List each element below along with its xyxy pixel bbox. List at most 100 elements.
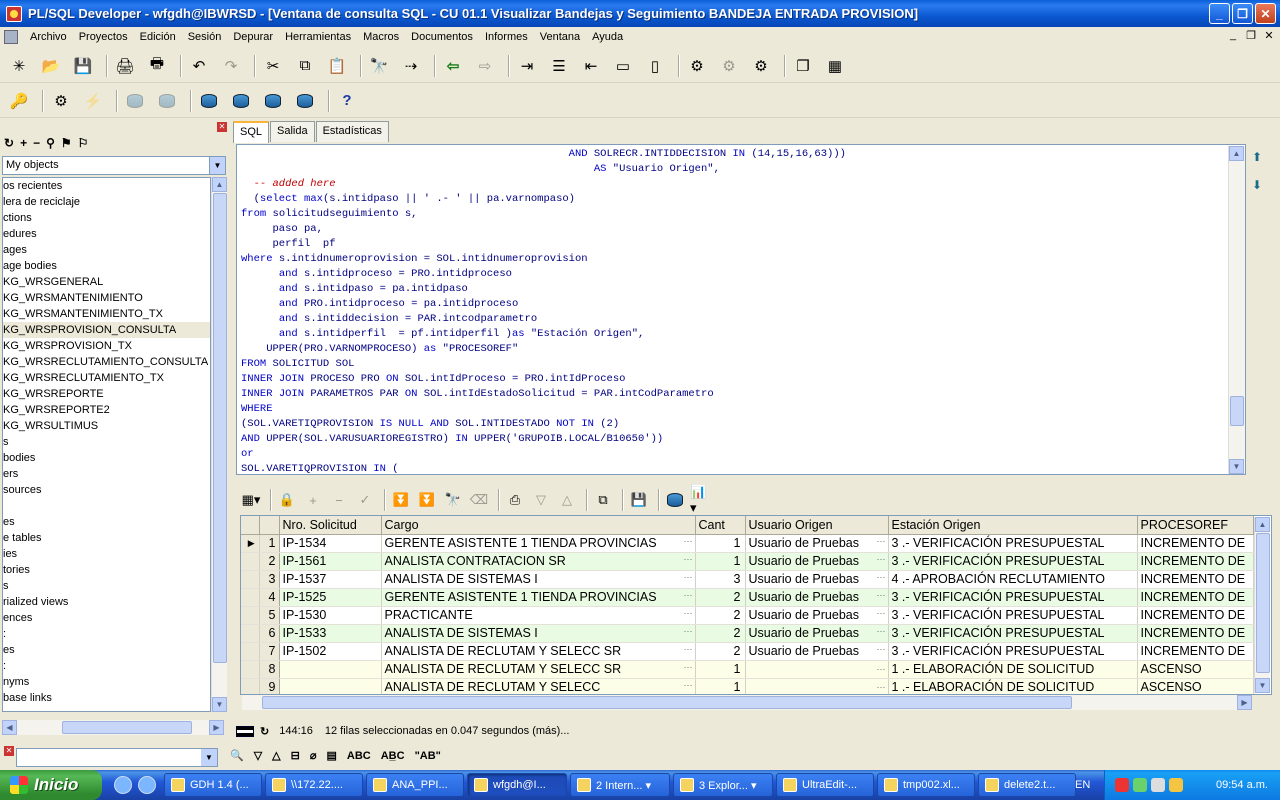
table-cell[interactable]: Usuario de Pruebas ··· — [745, 588, 889, 607]
ellipsis-button[interactable]: ··· — [877, 590, 888, 600]
table-row[interactable]: ▶ 1 IP-1534 GERENTE ASISTENTE 1 TIENDA PROV… — [241, 534, 1254, 553]
row-indicator[interactable] — [241, 642, 260, 661]
new-icon[interactable]: ✳ — [6, 53, 32, 79]
ellipsis-button[interactable]: ··· — [877, 626, 888, 636]
taskbar-button[interactable]: ANA_PPI... — [366, 773, 464, 797]
table-cell[interactable]: IP-1525 — [279, 588, 382, 607]
tree-item[interactable]: es — [3, 514, 210, 530]
row-indicator[interactable] — [241, 552, 260, 571]
code-line[interactable]: UPPER(PRO.VARNOMPROCESO) as "PROCESOREF" — [241, 342, 846, 357]
command-window-icon[interactable] — [260, 88, 286, 114]
undo-icon[interactable]: ↶ — [186, 53, 212, 79]
table-row[interactable]: 2 IP-1561 ANALISTA CONTRATACION SR ··· 1 Usua… — [241, 552, 1254, 571]
tree-item[interactable]: lera de reciclaje — [3, 194, 210, 210]
table-cell[interactable]: INCREMENTO DE — [1137, 534, 1254, 553]
post-changes-icon[interactable]: ✓ — [354, 489, 376, 511]
step-icon[interactable]: ⚙ — [716, 53, 742, 79]
table-cell[interactable] — [279, 660, 382, 679]
save-to-file-icon[interactable]: ⇨ — [472, 53, 498, 79]
code-line[interactable]: and PRO.intidproceso = pa.intidproceso — [241, 297, 846, 312]
tree-item[interactable]: KG_WRSGENERAL — [3, 274, 210, 290]
row-number[interactable]: 6 — [259, 624, 280, 643]
redo-icon[interactable]: ↷ — [218, 53, 244, 79]
table-cell[interactable]: 1 .- ELABORACIÓN DE SOLICITUD — [888, 678, 1138, 694]
load-icon[interactable]: ⇦ — [440, 53, 466, 79]
tile-icon[interactable]: ▦ — [822, 53, 848, 79]
tree-item[interactable]: ages — [3, 242, 210, 258]
tree-item[interactable]: KG_WRSRECLUTAMIENTO_TX — [3, 370, 210, 386]
ellipsis-button[interactable]: ··· — [877, 682, 888, 692]
browser-icon[interactable] — [138, 776, 156, 794]
table-cell[interactable]: IP-1534 — [279, 534, 382, 553]
taskbar-button[interactable]: delete2.t... — [978, 773, 1076, 797]
scroll-thumb[interactable] — [213, 193, 227, 663]
tree-item[interactable]: ctions — [3, 210, 210, 226]
code-line[interactable]: where s.intidnumeroprovision = SOL.intid… — [241, 252, 846, 267]
document-icon[interactable] — [4, 30, 18, 44]
tree-item[interactable]: KG_WRSMANTENIMIENTO_TX — [3, 306, 210, 322]
help-icon[interactable]: ? — [334, 88, 360, 114]
table-cell[interactable]: IP-1530 — [279, 606, 382, 625]
ellipsis-button[interactable]: ··· — [684, 680, 695, 690]
code-line[interactable]: paso pa, — [241, 222, 846, 237]
row-indicator[interactable] — [241, 660, 260, 679]
table-cell[interactable]: IP-1502 — [279, 642, 382, 661]
paste-icon[interactable]: 📋 — [324, 53, 350, 79]
tree-item[interactable]: KG_WRSREPORTE2 — [3, 402, 210, 418]
find-previous-icon[interactable]: △ — [272, 749, 280, 762]
results-grid[interactable]: Nro. Solicitud Cargo Cant Usuario Origen… — [240, 515, 1272, 695]
selection-only-icon[interactable]: ▤ — [326, 749, 336, 762]
menu-informes[interactable]: Informes — [479, 31, 534, 43]
table-cell[interactable]: INCREMENTO DE — [1137, 642, 1254, 661]
grid-hscrollbar[interactable]: ▶ — [242, 695, 1252, 710]
taskbar-button[interactable]: wfgdh@I... — [467, 773, 567, 797]
volume-icon[interactable] — [1151, 778, 1165, 792]
table-cell[interactable]: 4 .- APROBACIÓN RECLUTAMIENTO — [888, 570, 1138, 589]
language-indicator[interactable]: EN — [1075, 779, 1090, 791]
ellipsis-button[interactable]: ··· — [684, 662, 695, 672]
code-line[interactable]: AS "Usuario Origen", — [241, 162, 846, 177]
table-row[interactable]: 5 IP-1530 PRACTICANTE ··· 2 Usuario de Prueba… — [241, 606, 1254, 625]
scroll-thumb[interactable] — [1230, 396, 1244, 426]
table-cell[interactable]: 3 .- VERIFICACIÓN PRESUPUESTAL — [888, 588, 1138, 607]
scroll-thumb[interactable] — [1256, 533, 1270, 673]
table-cell[interactable]: 1 .- ELABORACIÓN DE SOLICITUD — [888, 660, 1138, 679]
table-cell[interactable]: Usuario de Pruebas ··· — [745, 534, 889, 553]
code-line[interactable]: from solicitudseguimiento s, — [241, 207, 846, 222]
outdent-icon[interactable]: ☰ — [546, 53, 572, 79]
tree-item[interactable]: nyms — [3, 674, 210, 690]
regex-icon[interactable]: "AB" — [415, 750, 441, 762]
ellipsis-button[interactable]: ··· — [877, 664, 888, 674]
tree-item[interactable]: base links — [3, 690, 210, 706]
table-cell[interactable]: IP-1561 — [279, 552, 382, 571]
ellipsis-button[interactable]: ··· — [684, 554, 695, 564]
code-line[interactable]: (SOL.VARETIQPROVISION IS NULL AND SOL.IN… — [241, 417, 846, 432]
code-line[interactable]: perfil pf — [241, 237, 846, 252]
break-icon[interactable]: ⚡ — [80, 88, 106, 114]
code-line[interactable]: FROM SOLICITUD SOL — [241, 357, 846, 372]
column-header[interactable]: Estación Origen — [888, 516, 1138, 535]
lock-icon[interactable]: 🔒 — [276, 489, 298, 511]
highlight-icon[interactable]: ⊟ — [291, 749, 300, 762]
scroll-right-icon[interactable]: ▶ — [209, 720, 224, 735]
commit-icon[interactable] — [122, 88, 148, 114]
taskbar-button[interactable]: tmp002.xl... — [877, 773, 975, 797]
table-cell[interactable]: INCREMENTO DE — [1137, 588, 1254, 607]
match-case-icon[interactable]: ABC — [347, 750, 371, 762]
table-cell[interactable]: Usuario de Pruebas ··· — [745, 552, 889, 571]
table-cell[interactable]: ANALISTA DE RECLUTAM Y SELECC SR ··· — [381, 642, 696, 661]
table-row[interactable]: 9 ANALISTA DE RECLUTAM Y SELECC ··· 1 ··· 1 .… — [241, 678, 1254, 694]
table-row[interactable]: 7 IP-1502 ANALISTA DE RECLUTAM Y SELECC SR… — [241, 642, 1254, 661]
table-cell[interactable]: 2 — [695, 588, 746, 607]
row-number[interactable]: 2 — [259, 552, 280, 571]
single-record-view-icon[interactable]: ⧉ — [592, 489, 614, 511]
uncomment-icon[interactable]: ▯ — [642, 53, 668, 79]
tab-salida[interactable]: Salida — [270, 121, 315, 142]
table-cell[interactable]: ANALISTA DE SISTEMAS I ··· — [381, 624, 696, 643]
sql-editor[interactable]: AND SOLRECR.INTIDDECISION IN (14,15,16,6… — [236, 144, 1246, 475]
new-sql-icon[interactable] — [228, 88, 254, 114]
tree-item[interactable]: es — [3, 642, 210, 658]
table-cell[interactable]: ASCENSO — [1137, 678, 1254, 694]
unindent-icon[interactable]: ⇤ — [578, 53, 604, 79]
table-cell[interactable]: ··· — [745, 678, 889, 694]
